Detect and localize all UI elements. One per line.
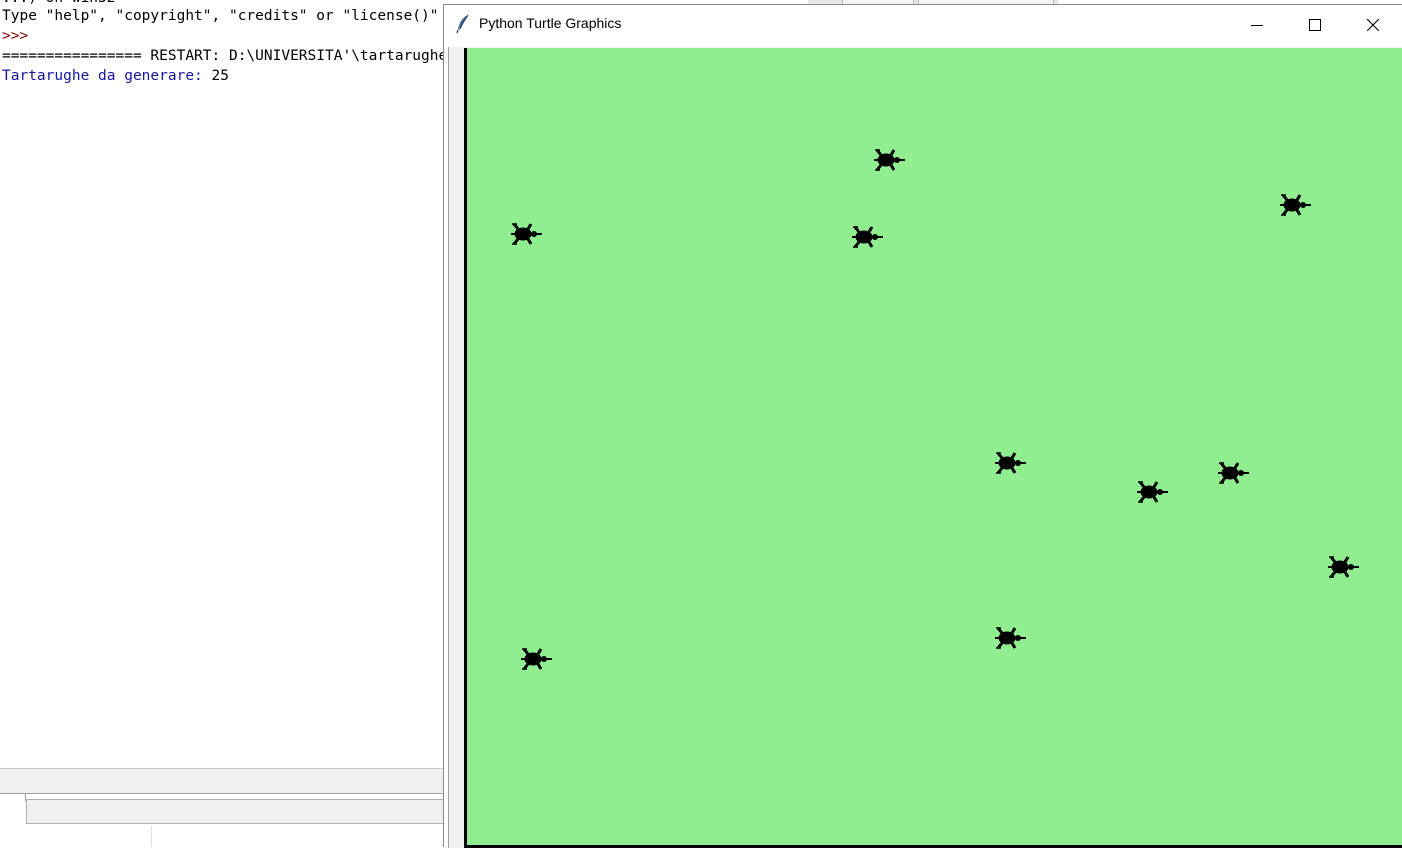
turtle-icon <box>1216 461 1250 485</box>
turtle-icon <box>1135 480 1169 504</box>
input-value: 25 <box>211 68 229 84</box>
title-bar[interactable]: Python Turtle Graphics <box>444 5 1402 44</box>
input-line[interactable]: Tartarughe da generare: 25 <box>2 66 229 86</box>
turtle-icon <box>509 222 543 246</box>
turtle-graphics-window: Python Turtle Graphics <box>443 4 1402 848</box>
turtle-icon <box>1278 193 1312 217</box>
feather-icon <box>456 14 469 34</box>
turtle-icon <box>872 148 906 172</box>
maximize-icon <box>1309 18 1321 31</box>
turtle-icon <box>993 451 1027 475</box>
minimize-icon <box>1251 24 1263 26</box>
horizontal-scrollbar[interactable] <box>26 799 444 824</box>
close-icon <box>1367 18 1379 31</box>
turtle-canvas[interactable] <box>464 48 1402 848</box>
input-prompt: Tartarughe da generare: <box>2 68 212 84</box>
turtle-icon <box>519 647 553 671</box>
restart-line: ================ RESTART: D:\UNIVERSITA'… <box>2 48 444 64</box>
close-button[interactable] <box>1344 5 1402 44</box>
canvas-frame <box>448 47 1402 848</box>
shell-prompt: >>> <box>2 28 37 44</box>
window-title: Python Turtle Graphics <box>479 15 622 31</box>
divider <box>151 826 152 847</box>
maximize-button[interactable] <box>1286 5 1344 44</box>
canvas-border <box>464 48 1402 848</box>
turtle-icon <box>1326 555 1360 579</box>
status-bar <box>0 768 444 794</box>
idle-shell-window: ...) on win32 Type "help", "copyright", … <box>0 0 444 847</box>
turtle-icon <box>850 225 884 249</box>
shell-line: Type "help", "copyright", "credits" or "… <box>2 8 439 24</box>
turtle-icon <box>993 626 1027 650</box>
minimize-button[interactable] <box>1228 5 1286 44</box>
